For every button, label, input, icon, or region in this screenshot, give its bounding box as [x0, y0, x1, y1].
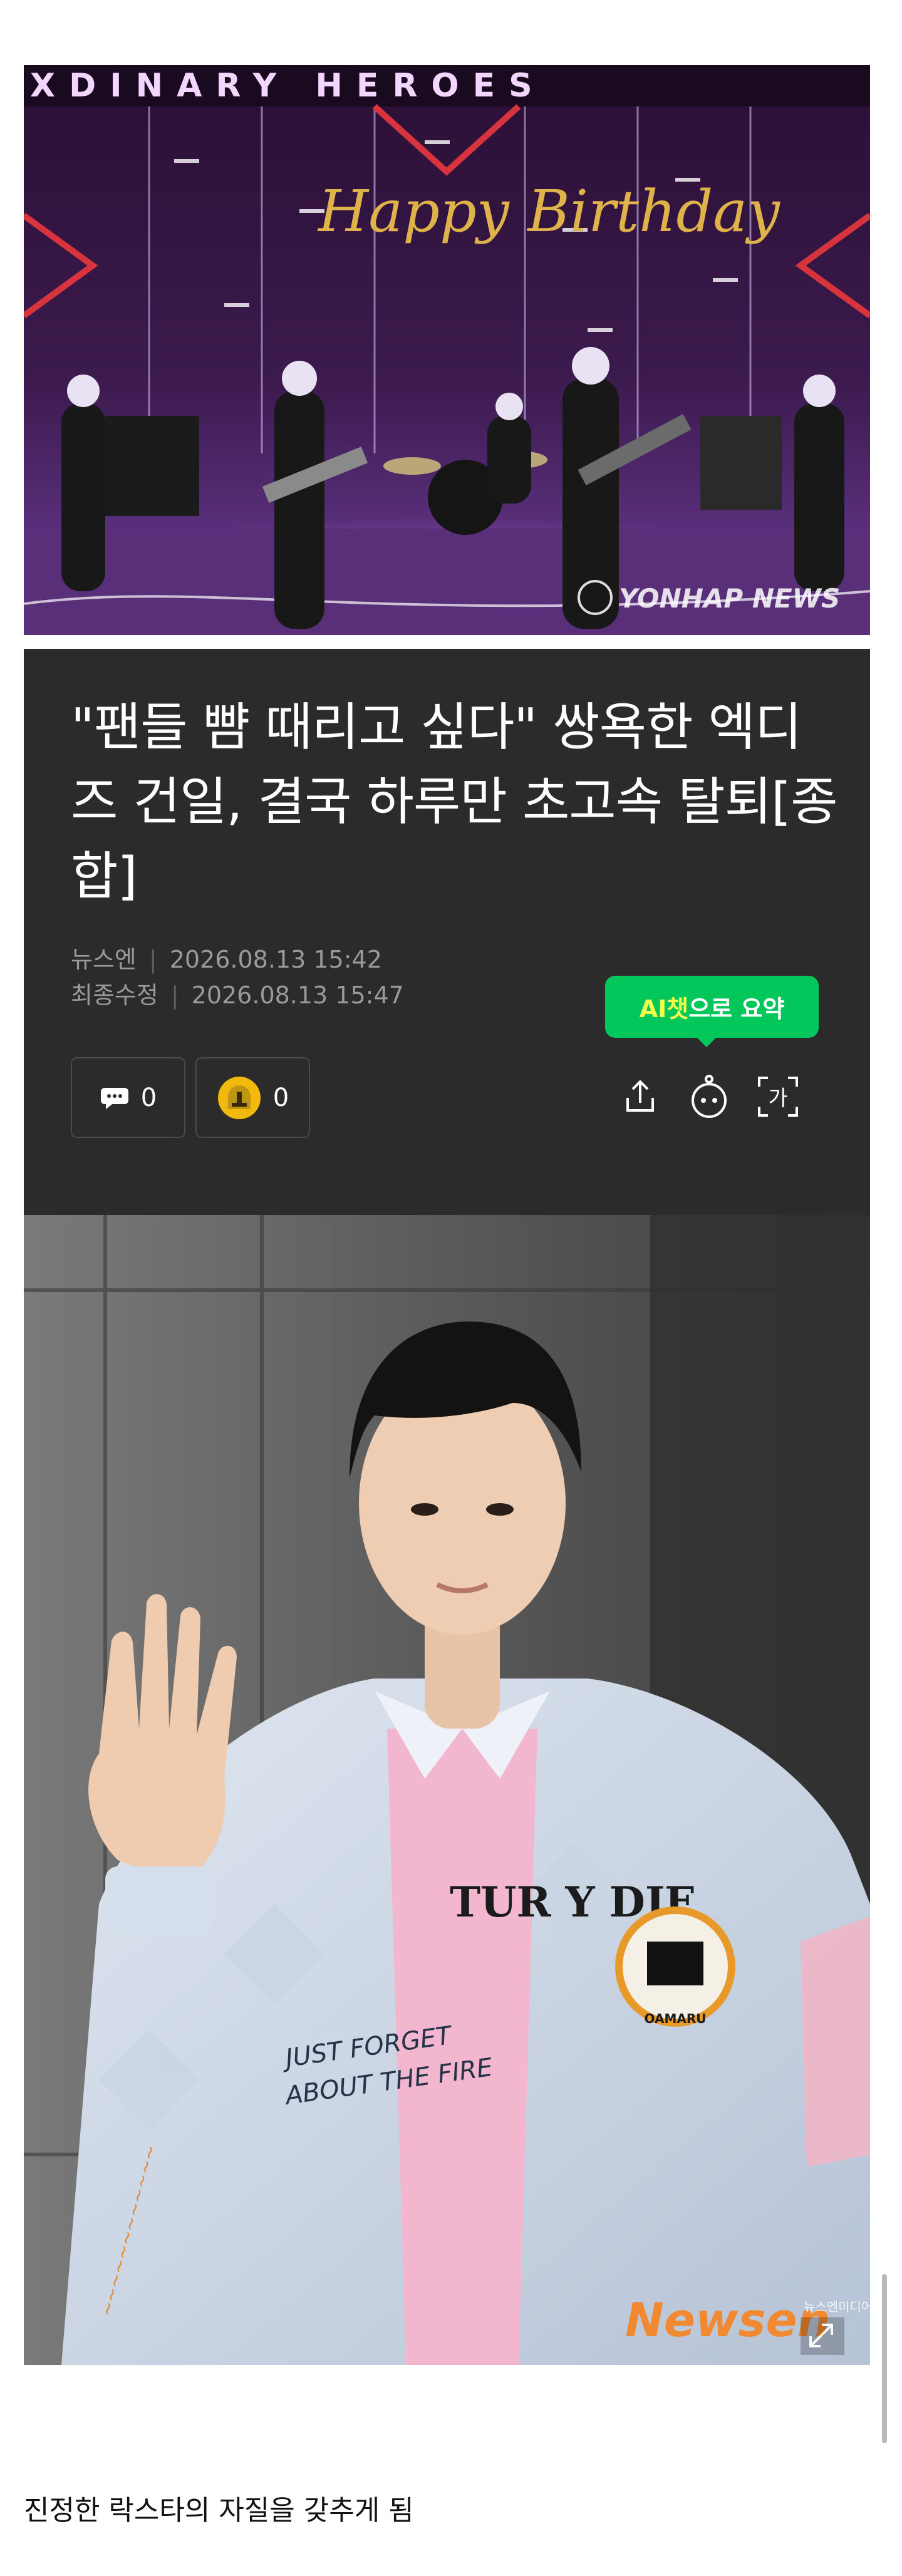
comment-button[interactable]: 0: [71, 1057, 185, 1138]
published-line: 뉴스엔 | 2026.08.13 15:42: [71, 940, 382, 975]
font-size-button[interactable]: 가: [750, 1069, 806, 1124]
article-paragraph: 진정한 락스타의 자질을 갖추게 됨: [24, 2495, 414, 2527]
article-header: "팬들 뺨 때리고 싶다" 쌍욕한 엑디즈 건일, 결국 하루만 초고속 탈퇴[…: [24, 649, 870, 1215]
chatbot-icon: [692, 1075, 727, 1118]
newsen-watermark: Newsen: [625, 2294, 830, 2347]
comment-count: 0: [140, 1083, 157, 1112]
comment-icon: [100, 1087, 128, 1109]
portrait-photo-graphic: TUR Y DJE OAMARU JUST FORGET ABOUT THE F…: [24, 1215, 870, 2365]
newsen-watermark-small: 뉴스엔미디어: [804, 2299, 870, 2314]
article-title: "팬들 뺨 때리고 싶다" 쌍욕한 엑디즈 건일, 결국 하루만 초고속 탈퇴[…: [71, 698, 838, 906]
font-size-icon: 가: [758, 1077, 798, 1117]
birthday-banner-text: Happy Birthday: [317, 178, 780, 245]
share-button[interactable]: [613, 1069, 668, 1124]
tooltip-tail: [697, 1037, 717, 1047]
ai-summary-label: 으로 요약: [688, 995, 785, 1023]
yonhap-watermark: YONHAP NEWS: [619, 583, 840, 614]
ai-summary-tooltip[interactable]: AI챗 으로 요약: [605, 976, 819, 1047]
updated-time: 2026.08.13 15:47: [191, 981, 404, 1009]
concert-photo-graphic: XDINARY HEROES Happy Birthday YONHAP NEW…: [24, 65, 870, 635]
expand-image-icon[interactable]: [801, 2317, 844, 2355]
published-time: 2026.08.13 15:42: [169, 946, 382, 973]
share-icon: [626, 1080, 654, 1112]
reaction-count: 0: [272, 1083, 289, 1112]
updated-label: 최종수정: [71, 981, 158, 1009]
meta-divider: |: [170, 981, 179, 1009]
source-name[interactable]: 뉴스엔: [71, 946, 137, 973]
reaction-icon: [217, 1076, 261, 1119]
ai-chat-button[interactable]: [682, 1069, 737, 1124]
font-glyph: 가: [768, 1086, 787, 1111]
page-scrollbar[interactable]: [882, 2274, 887, 2443]
portrait-photo: TUR Y DJE OAMARU JUST FORGET ABOUT THE F…: [24, 1215, 870, 2365]
updated-line: 최종수정 | 2026.08.13 15:47: [71, 976, 404, 1010]
neon-sign-text: XDINARY HEROES: [30, 67, 546, 105]
meta-divider: |: [148, 946, 157, 973]
concert-photo: XDINARY HEROES Happy Birthday YONHAP NEW…: [24, 65, 870, 635]
reaction-button[interactable]: 0: [195, 1057, 310, 1138]
patch-text: OAMARU: [645, 2011, 707, 2026]
ai-chat-highlight: AI챗: [639, 995, 689, 1023]
